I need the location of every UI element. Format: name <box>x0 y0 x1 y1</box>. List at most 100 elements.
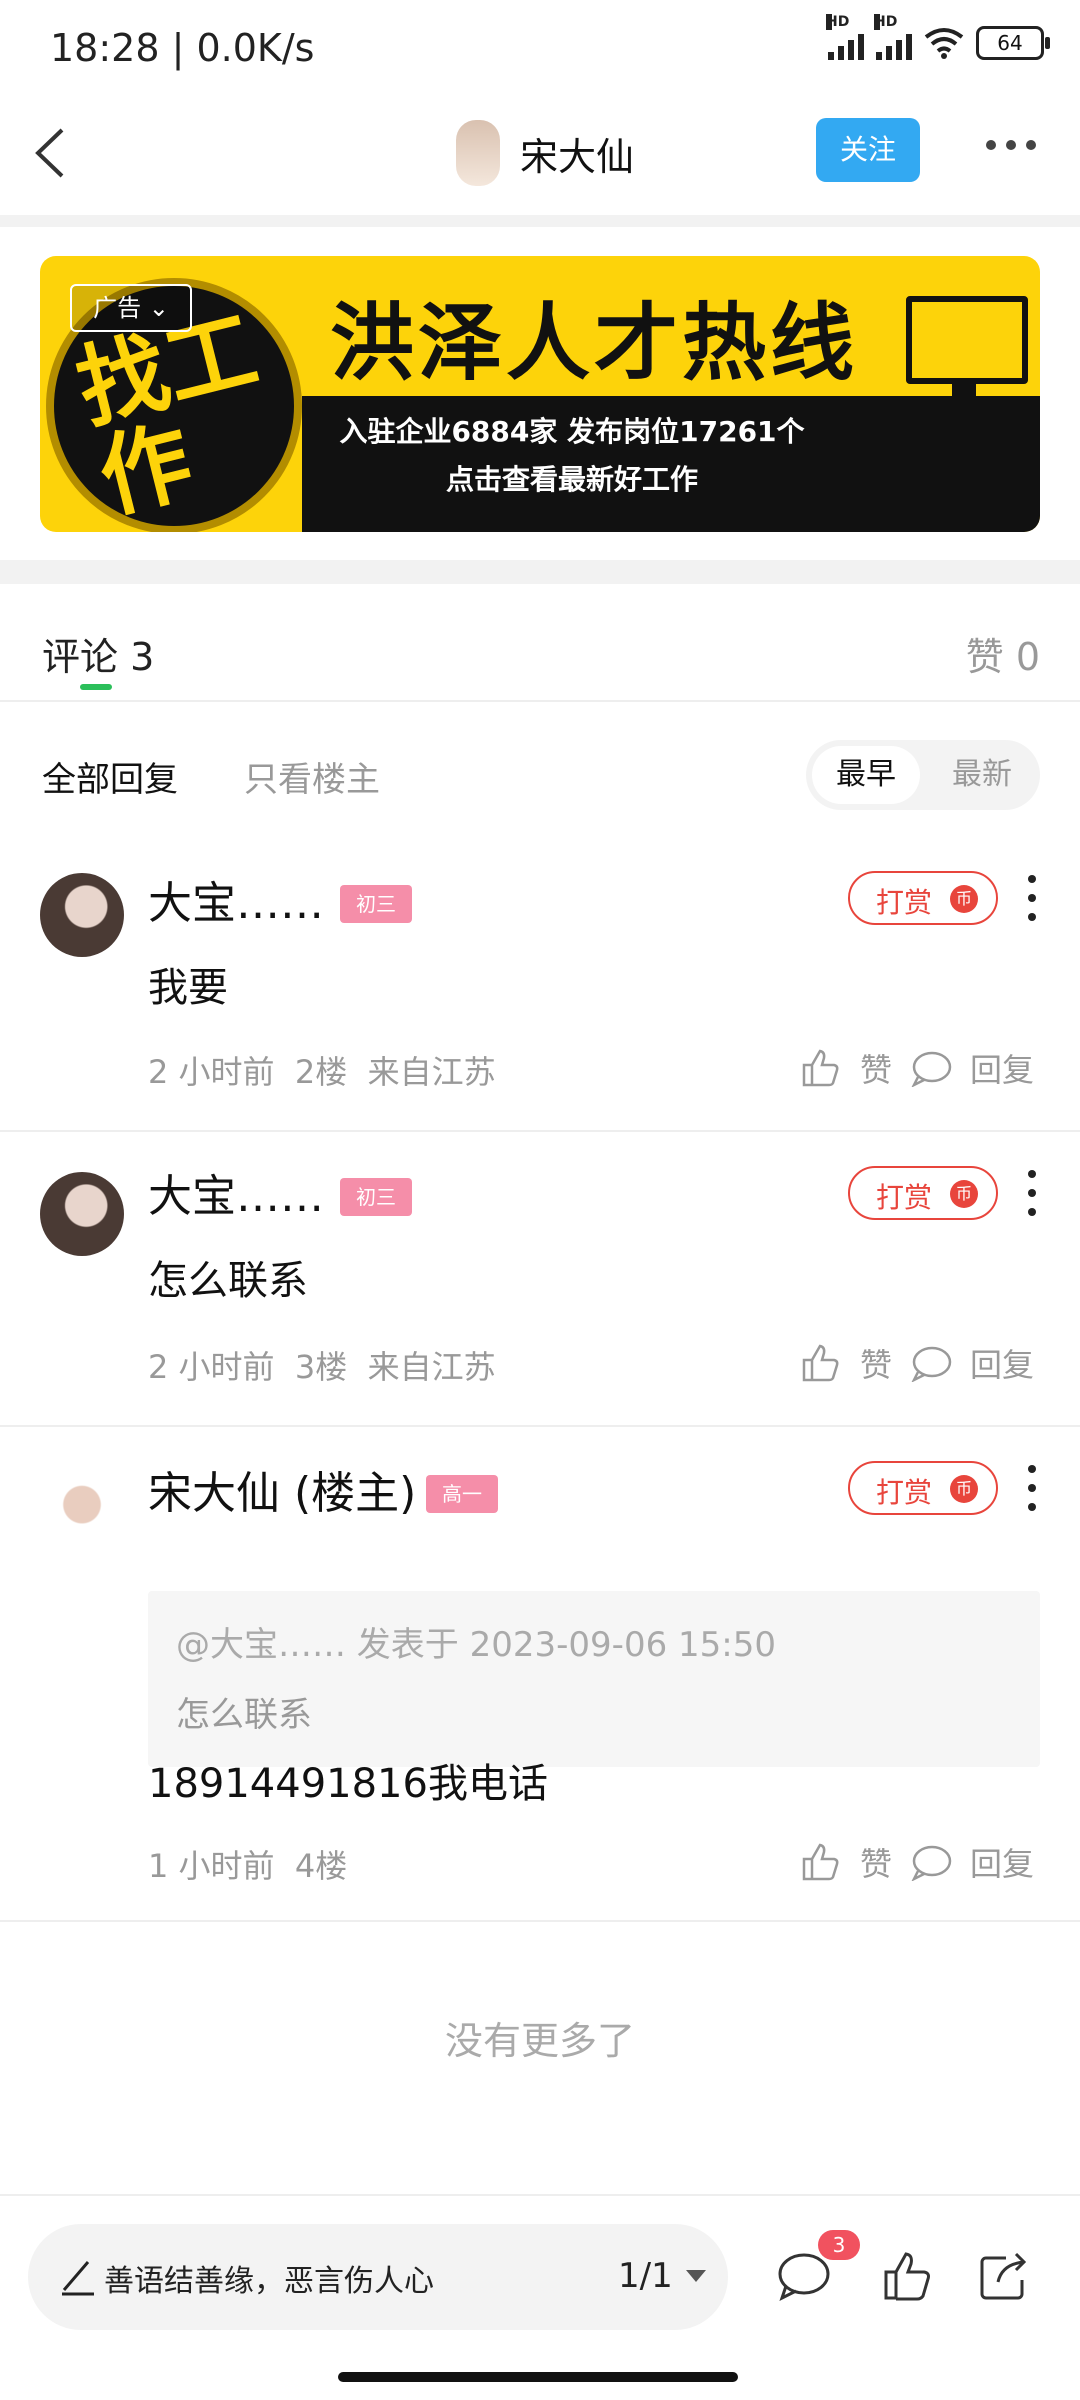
hd-label: HD <box>826 14 850 30</box>
comment-floor: 3楼 <box>294 1348 348 1386</box>
more-vertical-icon[interactable] <box>1028 875 1038 921</box>
follow-button[interactable]: 关注 <box>816 118 920 182</box>
tip-button[interactable]: 打赏 币 <box>848 1166 998 1220</box>
reply-label[interactable]: 回复 <box>970 1839 1034 1885</box>
tab-comments[interactable]: 评论 3 <box>42 626 154 681</box>
comment-count-badge: 3 <box>818 2230 860 2260</box>
comment-actions: 赞 回复 <box>800 1839 1034 1885</box>
home-indicator[interactable] <box>338 2372 738 2382</box>
back-arrow-icon[interactable] <box>20 118 90 188</box>
status-time: 18:28 | 0.0K/s <box>50 26 315 70</box>
filter-all-replies[interactable]: 全部回复 <box>42 752 178 801</box>
ad-tag[interactable]: 广告 ⌄ <box>70 284 192 332</box>
comment-author[interactable]: 大宝…… <box>148 1160 324 1224</box>
chevron-down-icon: ⌄ <box>148 294 169 322</box>
level-badge: 高一 <box>426 1475 498 1513</box>
page-indicator[interactable]: 1/1 <box>618 2256 673 2296</box>
thumbs-up-icon[interactable] <box>800 1342 842 1384</box>
quote-header: @大宝…… 发表于 2023-09-06 15:50 <box>176 1625 776 1665</box>
reply-label[interactable]: 回复 <box>970 1340 1034 1386</box>
monitor-icon <box>906 296 1028 384</box>
like-label[interactable]: 赞 <box>860 1839 892 1885</box>
comment-time: 2 小时前 <box>148 1348 275 1386</box>
filter-row: 全部回复 只看楼主 最早 最新 <box>0 720 1080 830</box>
avatar[interactable] <box>40 1172 124 1256</box>
share-icon[interactable] <box>976 2248 1032 2304</box>
like-label[interactable]: 赞 <box>860 1340 892 1386</box>
status-icons: HD HD 64 <box>826 14 1050 60</box>
tip-button[interactable]: 打赏 币 <box>848 1461 998 1515</box>
reply-bubble-icon[interactable] <box>910 1049 952 1087</box>
avatar[interactable] <box>40 1471 124 1567</box>
level-badge: 初三 <box>340 885 412 923</box>
ad-circle-text: 找工作 <box>67 297 268 532</box>
comment-content: 18914491816我电话 <box>148 1761 548 1807</box>
comment-author[interactable]: 宋大仙 (楼主) <box>148 1457 416 1521</box>
coin-icon: 币 <box>950 1475 978 1503</box>
signal-icon-2: HD <box>874 14 912 60</box>
status-bar: 18:28 | 0.0K/s HD HD 64 <box>0 0 1080 100</box>
comment-actions: 赞 回复 <box>800 1045 1034 1091</box>
divider <box>0 560 1080 584</box>
reply-label[interactable]: 回复 <box>970 1045 1034 1091</box>
comment-time: 1 小时前 <box>148 1847 275 1885</box>
tab-likes[interactable]: 赞 0 <box>966 626 1040 681</box>
comment-meta: 1 小时前 4楼 <box>148 1841 347 1887</box>
ad-tag-label: 广告 <box>93 294 142 322</box>
comment-input-placeholder[interactable]: 善语结善缘，恶言伤人心 <box>104 2256 434 2300</box>
like-label[interactable]: 赞 <box>860 1045 892 1091</box>
sort-earliest[interactable]: 最早 <box>812 746 920 804</box>
comment-input[interactable]: 善语结善缘，恶言伤人心 1/1 <box>28 2224 728 2330</box>
comment-tabs: 评论 3 赞 0 <box>0 584 1080 702</box>
more-vertical-icon[interactable] <box>1028 1170 1038 1216</box>
comment-location: 来自江苏 <box>367 1348 496 1386</box>
ad-line1: 入驻企业6884家 发布岗位17261个 <box>339 415 805 448</box>
tip-label: 打赏 <box>876 1476 933 1509</box>
no-more-text: 没有更多了 <box>444 2019 635 2063</box>
thumbs-up-icon[interactable] <box>880 2248 936 2304</box>
thread-author[interactable]: 宋大仙 <box>456 120 634 186</box>
coin-icon: 币 <box>950 1180 978 1208</box>
wifi-icon <box>924 28 964 59</box>
tip-button[interactable]: 打赏 币 <box>848 871 998 925</box>
more-icon[interactable] <box>986 140 1042 160</box>
monitor-stand <box>952 378 976 396</box>
top-nav: 宋大仙 关注 <box>0 100 1080 215</box>
sort-toggle: 最早 最新 <box>806 740 1040 810</box>
comment-item: 大宝…… 初三 打赏 币 怎么联系 2 小时前 3楼 来自江苏 赞 回复 <box>0 1130 1080 1427</box>
divider <box>0 215 1080 227</box>
filter-op-only[interactable]: 只看楼主 <box>244 752 380 801</box>
comment-content: 我要 <box>148 965 228 1011</box>
tab-comments-label: 评论 <box>42 635 119 679</box>
sort-latest[interactable]: 最新 <box>932 746 1032 804</box>
comment-item: 大宝…… 初三 打赏 币 我要 2 小时前 2楼 来自江苏 赞 回复 <box>0 845 1080 1132</box>
ad-title: 洪泽人才热线 <box>330 294 859 392</box>
tab-comments-count: 3 <box>130 635 155 679</box>
level-badge: 初三 <box>340 1178 412 1216</box>
author-avatar[interactable] <box>456 120 500 186</box>
reply-bubble-icon[interactable] <box>910 1344 952 1382</box>
comment-item: 宋大仙 (楼主) 高一 打赏 币 @大宝…… 发表于 2023-09-06 15… <box>0 1425 1080 1922</box>
more-vertical-icon[interactable] <box>1028 1465 1038 1511</box>
comment-location: 来自江苏 <box>367 1053 496 1091</box>
thumbs-up-icon[interactable] <box>800 1841 842 1883</box>
quoted-reply[interactable]: @大宝…… 发表于 2023-09-06 15:50 怎么联系 <box>148 1591 1040 1767</box>
signal-icon: HD <box>826 14 864 60</box>
coin-icon: 币 <box>950 885 978 913</box>
caret-down-icon[interactable] <box>686 2270 706 2282</box>
tab-likes-label: 赞 <box>965 635 1004 679</box>
avatar[interactable] <box>40 873 124 957</box>
ad-banner[interactable]: 找工作 广告 ⌄ 洪泽人才热线 入驻企业6884家 发布岗位17261个 点击查… <box>40 256 1040 532</box>
comment-meta: 2 小时前 3楼 来自江苏 <box>148 1342 496 1388</box>
reply-bubble-icon[interactable] <box>910 1843 952 1881</box>
battery-icon: 64 <box>976 26 1050 60</box>
ad-info-panel: 入驻企业6884家 发布岗位17261个 点击查看最新好工作 <box>302 396 1040 532</box>
comment-author[interactable]: 大宝…… <box>148 867 324 931</box>
comment-meta: 2 小时前 2楼 来自江苏 <box>148 1047 496 1093</box>
comment-time: 2 小时前 <box>148 1053 275 1091</box>
bottom-bar: 善语结善缘，恶言伤人心 1/1 3 <box>0 2194 1080 2346</box>
thumbs-up-icon[interactable] <box>800 1047 842 1089</box>
comment-floor: 4楼 <box>294 1847 348 1885</box>
author-name[interactable]: 宋大仙 <box>520 126 634 181</box>
pen-icon <box>62 2261 94 2296</box>
